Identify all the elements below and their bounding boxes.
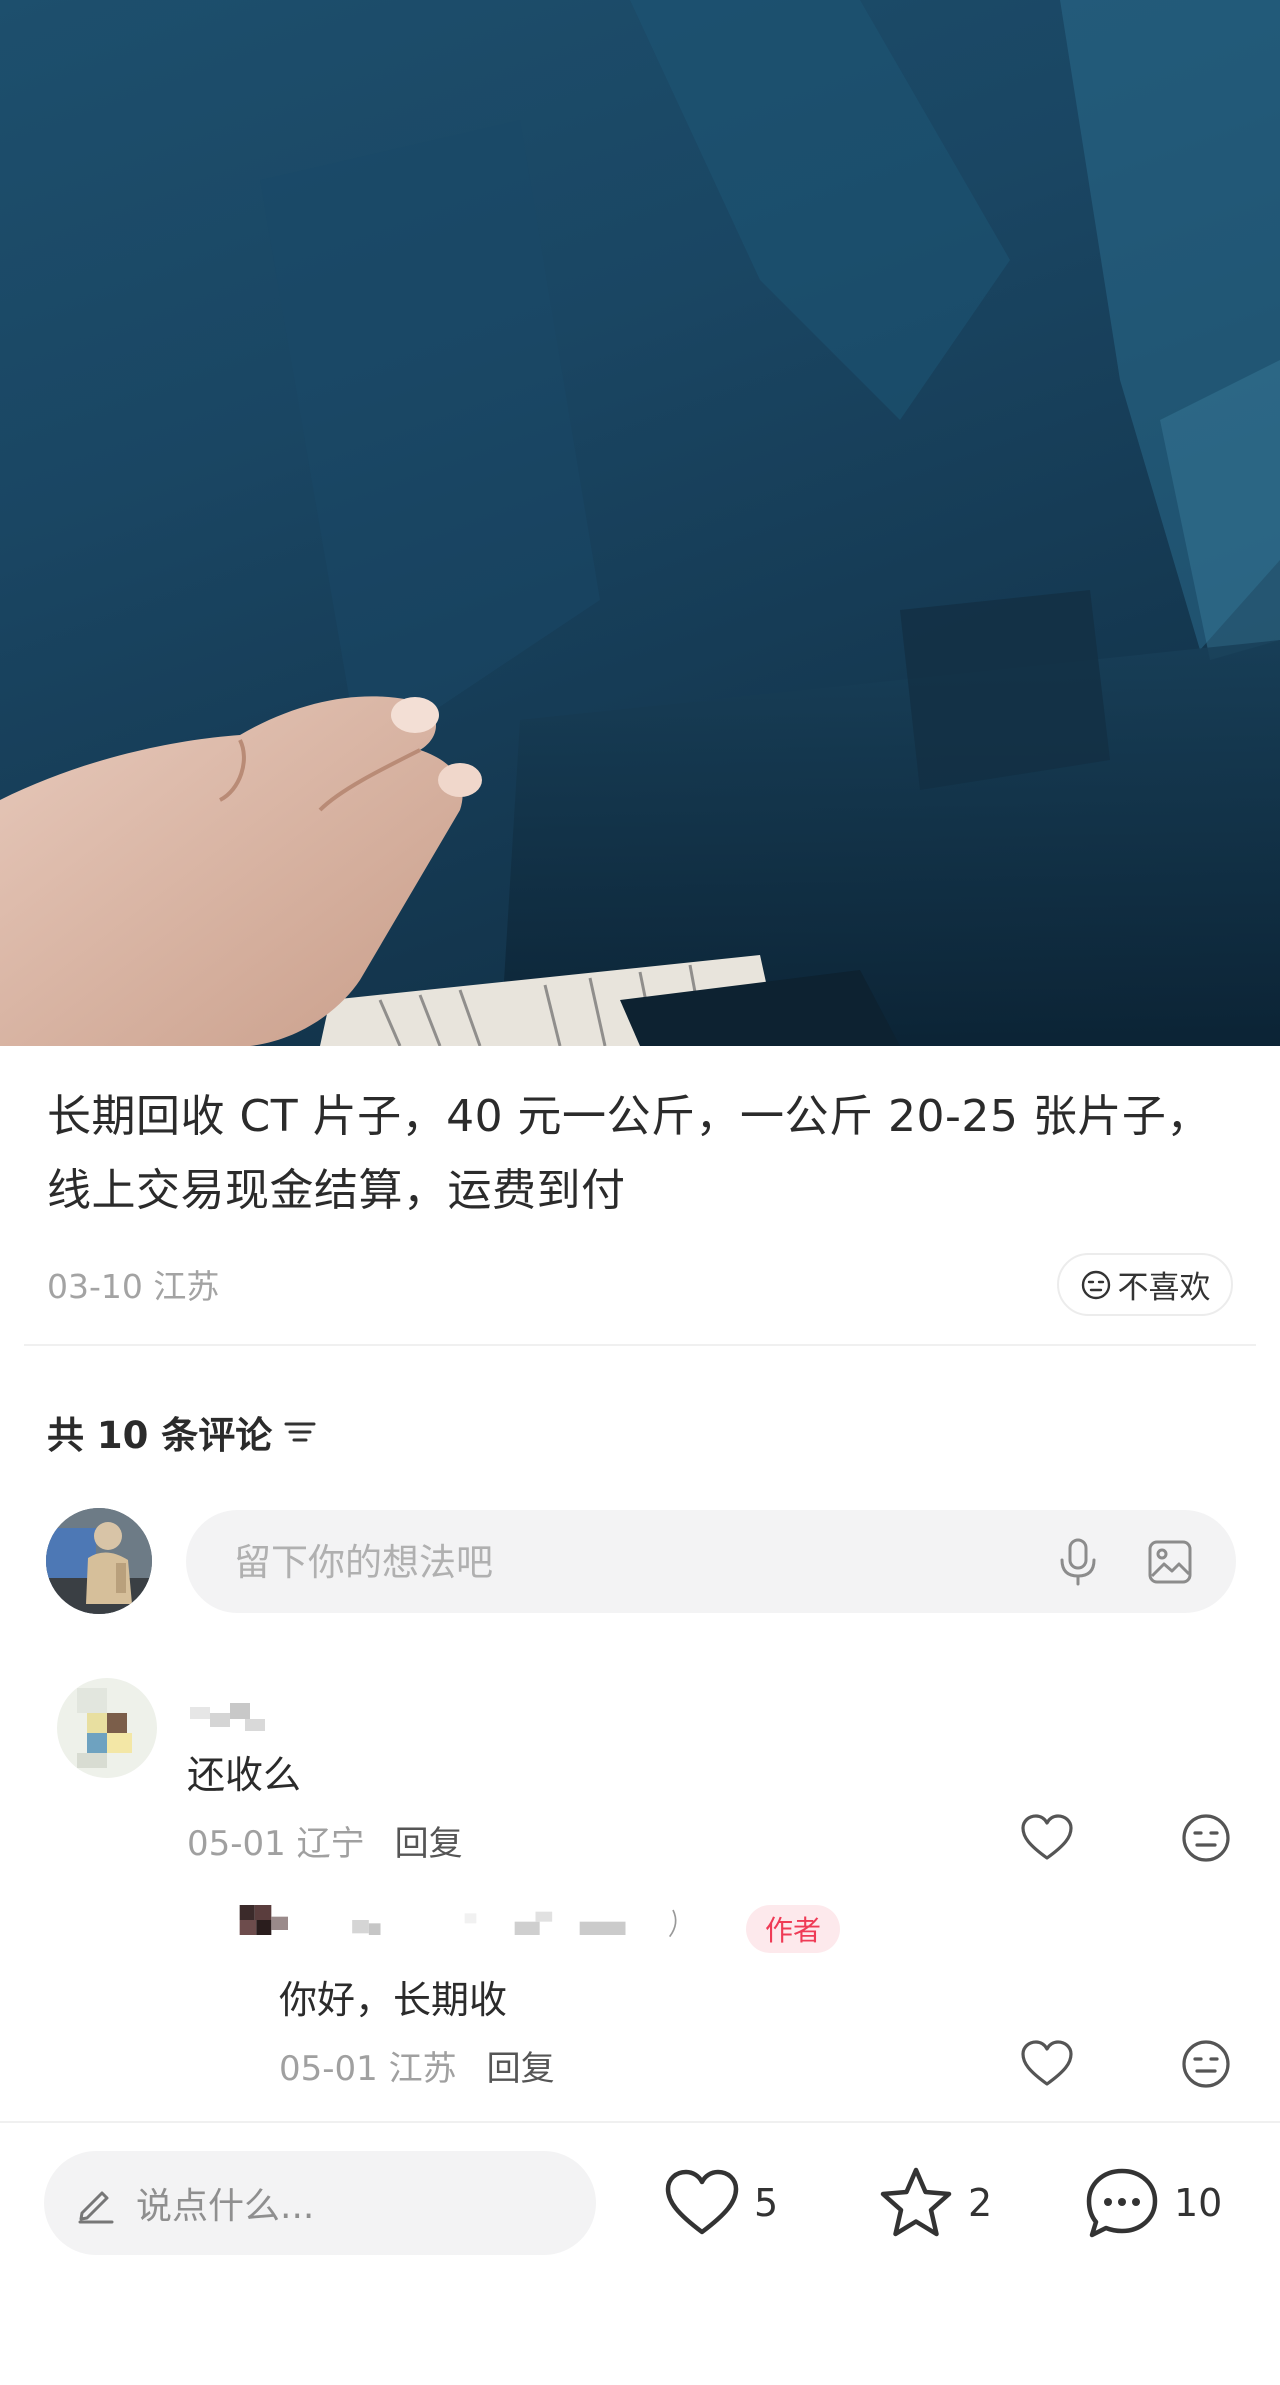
neutral-face-icon[interactable] [1180, 1812, 1232, 1864]
reply-date: 05-01 [279, 2049, 378, 2089]
favorite-button[interactable]: 2 [878, 2166, 992, 2240]
post-photo[interactable] [0, 0, 1280, 1046]
comment-input-box[interactable] [186, 1510, 1236, 1615]
post-date: 03-10 [47, 1267, 143, 1306]
dislike-label: 不喜欢 [1117, 1270, 1211, 1306]
dislike-button[interactable]: 不喜欢 [1057, 1253, 1233, 1316]
avatar[interactable] [46, 1508, 152, 1614]
star-icon [880, 2167, 952, 2237]
heart-icon [665, 2169, 739, 2235]
comments-header[interactable]: 共 10 条评论 [47, 1405, 318, 1459]
comment-date: 05-01 [187, 1824, 286, 1864]
reply-button[interactable]: 回复 [487, 2041, 555, 2090]
comment-text: 还收么 [187, 1753, 302, 1797]
comment-date-location: 05-01 辽宁 [187, 1816, 365, 1865]
reply-author-masked[interactable] [193, 1905, 753, 1945]
divider [24, 1344, 1256, 1346]
like-count: 5 [754, 2181, 779, 2225]
pixelated-avatar-image [57, 1678, 157, 1778]
like-button[interactable]: 5 [664, 2166, 778, 2240]
reply-button[interactable]: 回复 [395, 1816, 463, 1865]
sort-lines-icon[interactable] [282, 1417, 318, 1447]
avatar-image [46, 1508, 152, 1614]
say-something-placeholder: 说点什么... [136, 2186, 315, 2227]
commenter-name-masked[interactable] [190, 1695, 280, 1735]
pencil-icon [78, 2191, 114, 2224]
author-badge: 作者 [746, 1905, 840, 1953]
comment-count: 10 [1174, 2181, 1223, 2225]
post-meta: 03-10 江苏 [47, 1260, 219, 1308]
neutral-face-icon[interactable] [1180, 2038, 1232, 2090]
commenter-avatar[interactable] [57, 1678, 157, 1778]
favorite-count: 2 [968, 2181, 993, 2225]
reply-text: 你好，长期收 [279, 1978, 508, 2022]
heart-icon[interactable] [1019, 2039, 1075, 2089]
microphone-icon[interactable] [1056, 1536, 1100, 1588]
reply-date-location: 05-01 江苏 [279, 2041, 457, 2090]
chat-bubble-icon [1086, 2168, 1158, 2238]
reply-location: 江苏 [388, 2049, 457, 2089]
comment-meta: 05-01 辽宁 回复 [187, 1816, 463, 1865]
reply-meta: 05-01 江苏 回复 [279, 2041, 555, 2090]
post-location: 江苏 [153, 1267, 220, 1306]
comments-count-title: 共 10 条评论 [47, 1414, 273, 1457]
divider [0, 2121, 1280, 2123]
heart-icon[interactable] [1019, 1813, 1075, 1863]
comment-button[interactable]: 10 [1084, 2166, 1222, 2240]
comment-input[interactable] [232, 1510, 1016, 1615]
photo-illustration [0, 0, 1280, 1046]
image-icon[interactable] [1146, 1538, 1194, 1586]
comment-location: 辽宁 [296, 1824, 365, 1864]
neutral-face-icon [1081, 1270, 1110, 1299]
post-description: 长期回收 CT 片子，40 元一公斤，一公斤 20-25 张片子，线上交易现金结… [47, 1091, 1211, 1216]
say-something-input[interactable]: 说点什么... [44, 2151, 596, 2255]
